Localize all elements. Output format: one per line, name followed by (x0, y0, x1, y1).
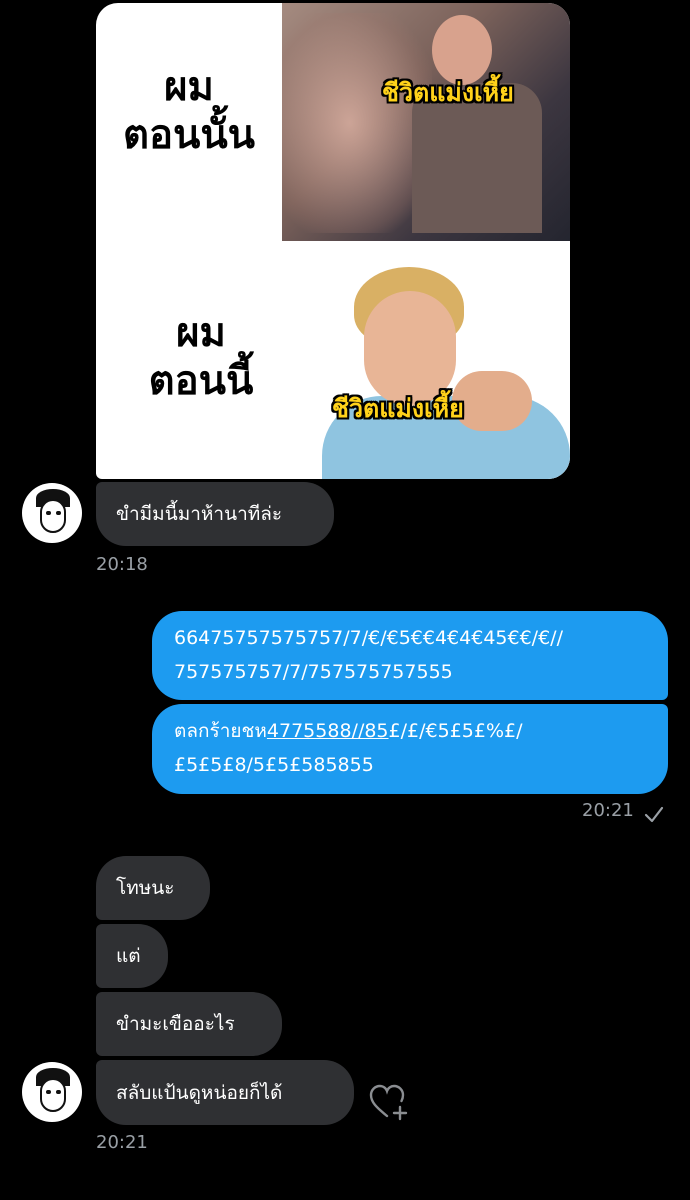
contact-avatar[interactable] (22, 1062, 82, 1122)
meme-caption-bottom-line2: ตอนนี้ (148, 358, 254, 404)
message-text: £/£/€5£5£%£/ (388, 720, 523, 742)
message-outgoing-line2: £5£5£8/5£5£585855 (174, 754, 374, 776)
meme-caption-top: ผม ตอนนั้น (96, 63, 282, 159)
message-outgoing-line1: ตลกร้ายชห4775588//85£/£/€5£5£%£/ (174, 714, 646, 748)
meme-photo-happy: ชีวิตแม่งเหี้ย (322, 251, 570, 479)
message-incoming[interactable]: โทษนะ (96, 856, 210, 920)
contact-avatar[interactable] (22, 483, 82, 543)
message-outgoing[interactable]: ตลกร้ายชห4775588//85£/£/€5£5£%£/ £5£5£8/… (152, 704, 668, 794)
message-timestamp: 20:18 (96, 554, 148, 575)
message-outgoing-line1: 66475757575757/7/€/€5€€4€4€45€€/€// (174, 627, 563, 649)
message-timestamp: 20:21 (96, 1132, 148, 1153)
message-outgoing[interactable]: 66475757575757/7/€/€5€€4€4€45€€/€// 7575… (152, 611, 668, 700)
meme-caption-top-line2: ตอนนั้น (122, 112, 256, 158)
meme-image[interactable]: ผม ตอนนั้น ชีวิตแม่งเหี้ย ผม ตอนนี้ ชีวิ… (96, 3, 570, 479)
message-timestamp: 20:21 (582, 800, 634, 821)
meme-photo-sad: ชีวิตแม่งเหี้ย (282, 3, 570, 241)
meme-caption-top-line1: ผม (164, 64, 214, 110)
message-outgoing-line2: 757575757/7/757575757555 (174, 661, 453, 683)
meme-overlay-top: ชีวิตแม่งเหี้ย (382, 78, 514, 107)
check-icon (644, 806, 664, 823)
message-incoming[interactable]: ขำมีมนี้มาห้านาทีล่ะ (96, 482, 334, 546)
message-link[interactable]: 4775588//85 (267, 720, 389, 742)
heart-plus-icon[interactable] (368, 1082, 412, 1122)
meme-overlay-bottom: ชีวิตแม่งเหี้ย (332, 394, 464, 423)
message-incoming[interactable]: ขำมะเขืออะไร (96, 992, 282, 1056)
message-incoming[interactable]: สลับแป้นดูหน่อยก็ได้ (96, 1060, 354, 1125)
message-incoming[interactable]: แต่ (96, 924, 168, 988)
meme-caption-bottom-line1: ผม (176, 310, 226, 356)
meme-caption-bottom: ผม ตอนนี้ (96, 309, 306, 405)
message-text: ตลกร้ายชห (174, 720, 267, 742)
